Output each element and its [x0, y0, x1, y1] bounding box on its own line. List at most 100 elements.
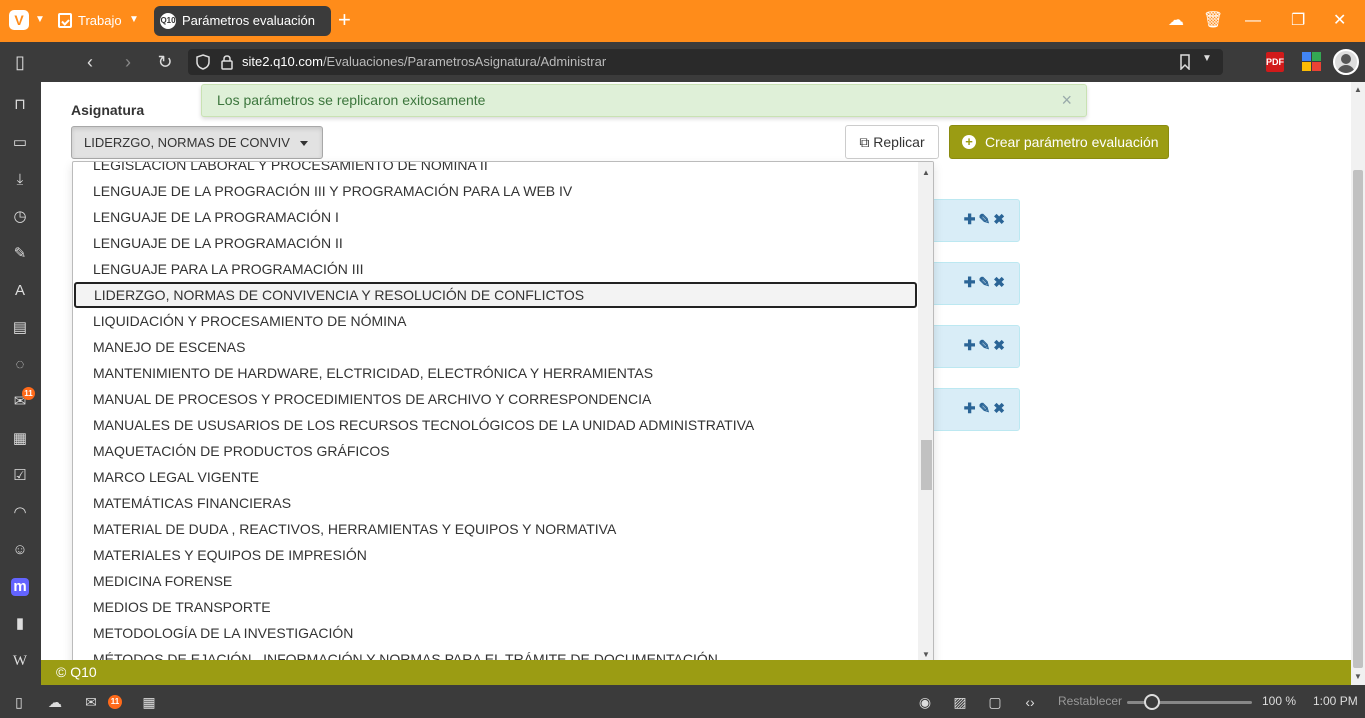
zoom-slider-knob[interactable]	[1144, 694, 1160, 710]
image-icon[interactable]: ▨	[951, 693, 969, 711]
dropdown-option[interactable]: MATERIALES Y EQUIPOS DE IMPRESIÓN	[73, 542, 918, 568]
close-icon[interactable]: ×	[1061, 85, 1072, 116]
extension-icon[interactable]	[1302, 52, 1322, 72]
replicar-label: Replicar	[873, 134, 925, 150]
bookmark-icon[interactable]	[1178, 54, 1192, 70]
edit-icon[interactable]: ✎	[979, 337, 991, 353]
workspace-button[interactable]: Trabajo	[58, 10, 122, 32]
shield-icon[interactable]	[196, 54, 210, 70]
panel-toggle-icon[interactable]: ▯	[8, 50, 32, 74]
feeds-icon[interactable]: ◠	[11, 504, 29, 522]
add-icon[interactable]: ✚	[964, 211, 976, 227]
minimize-icon[interactable]: —	[1245, 10, 1261, 32]
dropdown-scrollbar[interactable]: ▲ ▼	[918, 162, 933, 669]
panel-toggle-icon[interactable]: ▯	[10, 693, 28, 711]
chat-icon[interactable]: ◌	[11, 356, 29, 374]
translate-icon[interactable]: A	[11, 282, 29, 300]
edit-icon[interactable]: ✎	[979, 274, 991, 290]
vivaldi-menu-icon[interactable]: V	[9, 10, 29, 30]
reset-zoom-button[interactable]: Restablecer	[1058, 685, 1122, 718]
scroll-up-icon[interactable]: ▲	[922, 168, 930, 177]
calendar-icon[interactable]: ▦	[11, 430, 29, 448]
side-panel: ⊓ ▭ ⤓ ◷ ✎ A ▤ ◌ ✉ 11 ▦ ☑ ◠ ☺ m ▮ W	[0, 82, 41, 685]
dropdown-option[interactable]: LENGUAJE DE LA PROGRACIÓN III Y PROGRAMA…	[73, 178, 918, 204]
dropdown-option[interactable]: MANUAL DE PROCESOS Y PROCEDIMIENTOS DE A…	[73, 386, 918, 412]
history-icon[interactable]: ◷	[11, 208, 29, 226]
mail-icon[interactable]: ✉	[82, 693, 100, 711]
mastodon-icon[interactable]: m	[11, 578, 29, 596]
add-icon[interactable]: ✚	[964, 337, 976, 353]
reload-icon[interactable]: ↻	[153, 50, 177, 74]
dropdown-option[interactable]: MEDICINA FORENSE	[73, 568, 918, 594]
browser-title-bar: V ▼ Trabajo ▼ Q10 Parámetros evaluación …	[0, 0, 1365, 42]
dropdown-option[interactable]: MANEJO DE ESCENAS	[73, 334, 918, 360]
dropdown-option[interactable]: MANUALES DE USUSARIOS DE LOS RECURSOS TE…	[73, 412, 918, 438]
delete-icon[interactable]: ✖	[993, 211, 1005, 227]
reading-list-icon[interactable]: ▭	[11, 134, 29, 152]
dropdown-option[interactable]: MATERIAL DE DUDA , REACTIVOS, HERRAMIENT…	[73, 516, 918, 542]
scroll-down-icon[interactable]: ▼	[1354, 672, 1362, 681]
dropdown-option[interactable]: LENGUAJE PARA LA PROGRAMACIÓN III	[73, 256, 918, 282]
chevron-down-icon[interactable]: ▼	[1202, 53, 1212, 64]
chevron-down-icon[interactable]: ▼	[129, 14, 139, 25]
parametro-row: ✚ ✎ ✖	[921, 325, 1020, 368]
restore-icon[interactable]: ❐	[1291, 10, 1305, 32]
crear-parametro-button[interactable]: + Crear parámetro evaluación	[949, 125, 1169, 159]
lock-icon[interactable]	[220, 54, 234, 70]
add-icon[interactable]: ✚	[964, 274, 976, 290]
notes-icon[interactable]: ✎	[11, 245, 29, 263]
plus-circle-icon: +	[962, 135, 976, 149]
scroll-up-icon[interactable]: ▲	[1354, 85, 1362, 94]
dropdown-option[interactable]: MAQUETACIÓN DE PRODUCTOS GRÁFICOS	[73, 438, 918, 464]
replicar-button[interactable]: ⧉ Replicar	[845, 125, 939, 159]
bookmarks-icon[interactable]: ⊓	[11, 96, 29, 114]
scrollbar-thumb[interactable]	[921, 440, 932, 490]
document-icon[interactable]: ▮	[11, 615, 29, 633]
capture-icon[interactable]: ◉	[916, 693, 934, 711]
cloud-sync-icon[interactable]: ☁	[46, 693, 64, 711]
scrollbar-thumb[interactable]	[1353, 170, 1363, 668]
delete-icon[interactable]: ✖	[993, 274, 1005, 290]
dropdown-option[interactable]: LENGUAJE DE LA PROGRAMACIÓN I	[73, 204, 918, 230]
new-tab-button[interactable]: +	[338, 8, 351, 32]
dropdown-option[interactable]: MARCO LEGAL VIGENTE	[73, 464, 918, 490]
asignatura-select[interactable]: LIDERZGO, NORMAS DE CONVIV	[71, 126, 323, 159]
footer-text: © Q10	[56, 664, 97, 680]
tile-icon[interactable]: ▢	[986, 693, 1004, 711]
dropdown-options: LEGISLACIÓN LABORAL Y PROCESAMIENTO DE N…	[73, 162, 918, 669]
forward-icon[interactable]: ›	[116, 50, 140, 74]
downloads-icon[interactable]: ⤓	[11, 171, 29, 189]
url-field[interactable]: site2.q10.com/Evaluaciones/ParametrosAsi…	[188, 49, 1223, 75]
pdf-extension-icon[interactable]: PDF	[1266, 52, 1284, 72]
add-icon[interactable]: ✚	[964, 400, 976, 416]
profile-avatar[interactable]	[1333, 49, 1359, 75]
edit-icon[interactable]: ✎	[979, 211, 991, 227]
contacts-icon[interactable]: ☺	[11, 541, 29, 559]
delete-icon[interactable]: ✖	[993, 337, 1005, 353]
dropdown-option[interactable]: METODOLOGÍA DE LA INVESTIGACIÓN	[73, 620, 918, 646]
dropdown-option[interactable]: MANTENIMIENTO DE HARDWARE, ELCTRICIDAD, …	[73, 360, 918, 386]
dropdown-option-selected[interactable]: LIDERZGO, NORMAS DE CONVIVENCIA Y RESOLU…	[74, 282, 917, 308]
calendar-icon[interactable]: ▦	[140, 693, 158, 711]
chevron-down-icon[interactable]: ▼	[35, 14, 45, 25]
code-icon[interactable]: ‹›	[1021, 693, 1039, 711]
tasks-icon[interactable]: ☑	[11, 467, 29, 485]
trash-icon[interactable]: 🗑	[1203, 10, 1223, 32]
back-icon[interactable]: ‹	[78, 50, 102, 74]
edit-icon[interactable]: ✎	[979, 400, 991, 416]
tab-parametros-evaluacion[interactable]: Q10 Parámetros evaluación	[154, 6, 331, 36]
dropdown-option[interactable]: LIQUIDACIÓN Y PROCESAMIENTO DE NÓMINA	[73, 308, 918, 334]
cloud-sync-icon[interactable]: ☁	[1168, 10, 1184, 32]
crear-label: Crear parámetro evaluación	[985, 134, 1159, 150]
dropdown-option[interactable]: MEDIOS DE TRANSPORTE	[73, 594, 918, 620]
scroll-down-icon[interactable]: ▼	[922, 650, 930, 659]
wikipedia-icon[interactable]: W	[11, 652, 29, 670]
calendar-panel-icon[interactable]: ▤	[11, 319, 29, 337]
dropdown-option[interactable]: MATEMÁTICAS FINANCIERAS	[73, 490, 918, 516]
dropdown-option[interactable]: LEGISLACIÓN LABORAL Y PROCESAMIENTO DE N…	[73, 162, 918, 178]
dropdown-option[interactable]: LENGUAJE DE LA PROGRAMACIÓN II	[73, 230, 918, 256]
delete-icon[interactable]: ✖	[993, 400, 1005, 416]
close-window-icon[interactable]: ✕	[1333, 10, 1346, 32]
page-scrollbar[interactable]: ▲ ▼	[1351, 82, 1365, 685]
tab-title: Parámetros evaluación	[182, 13, 315, 28]
